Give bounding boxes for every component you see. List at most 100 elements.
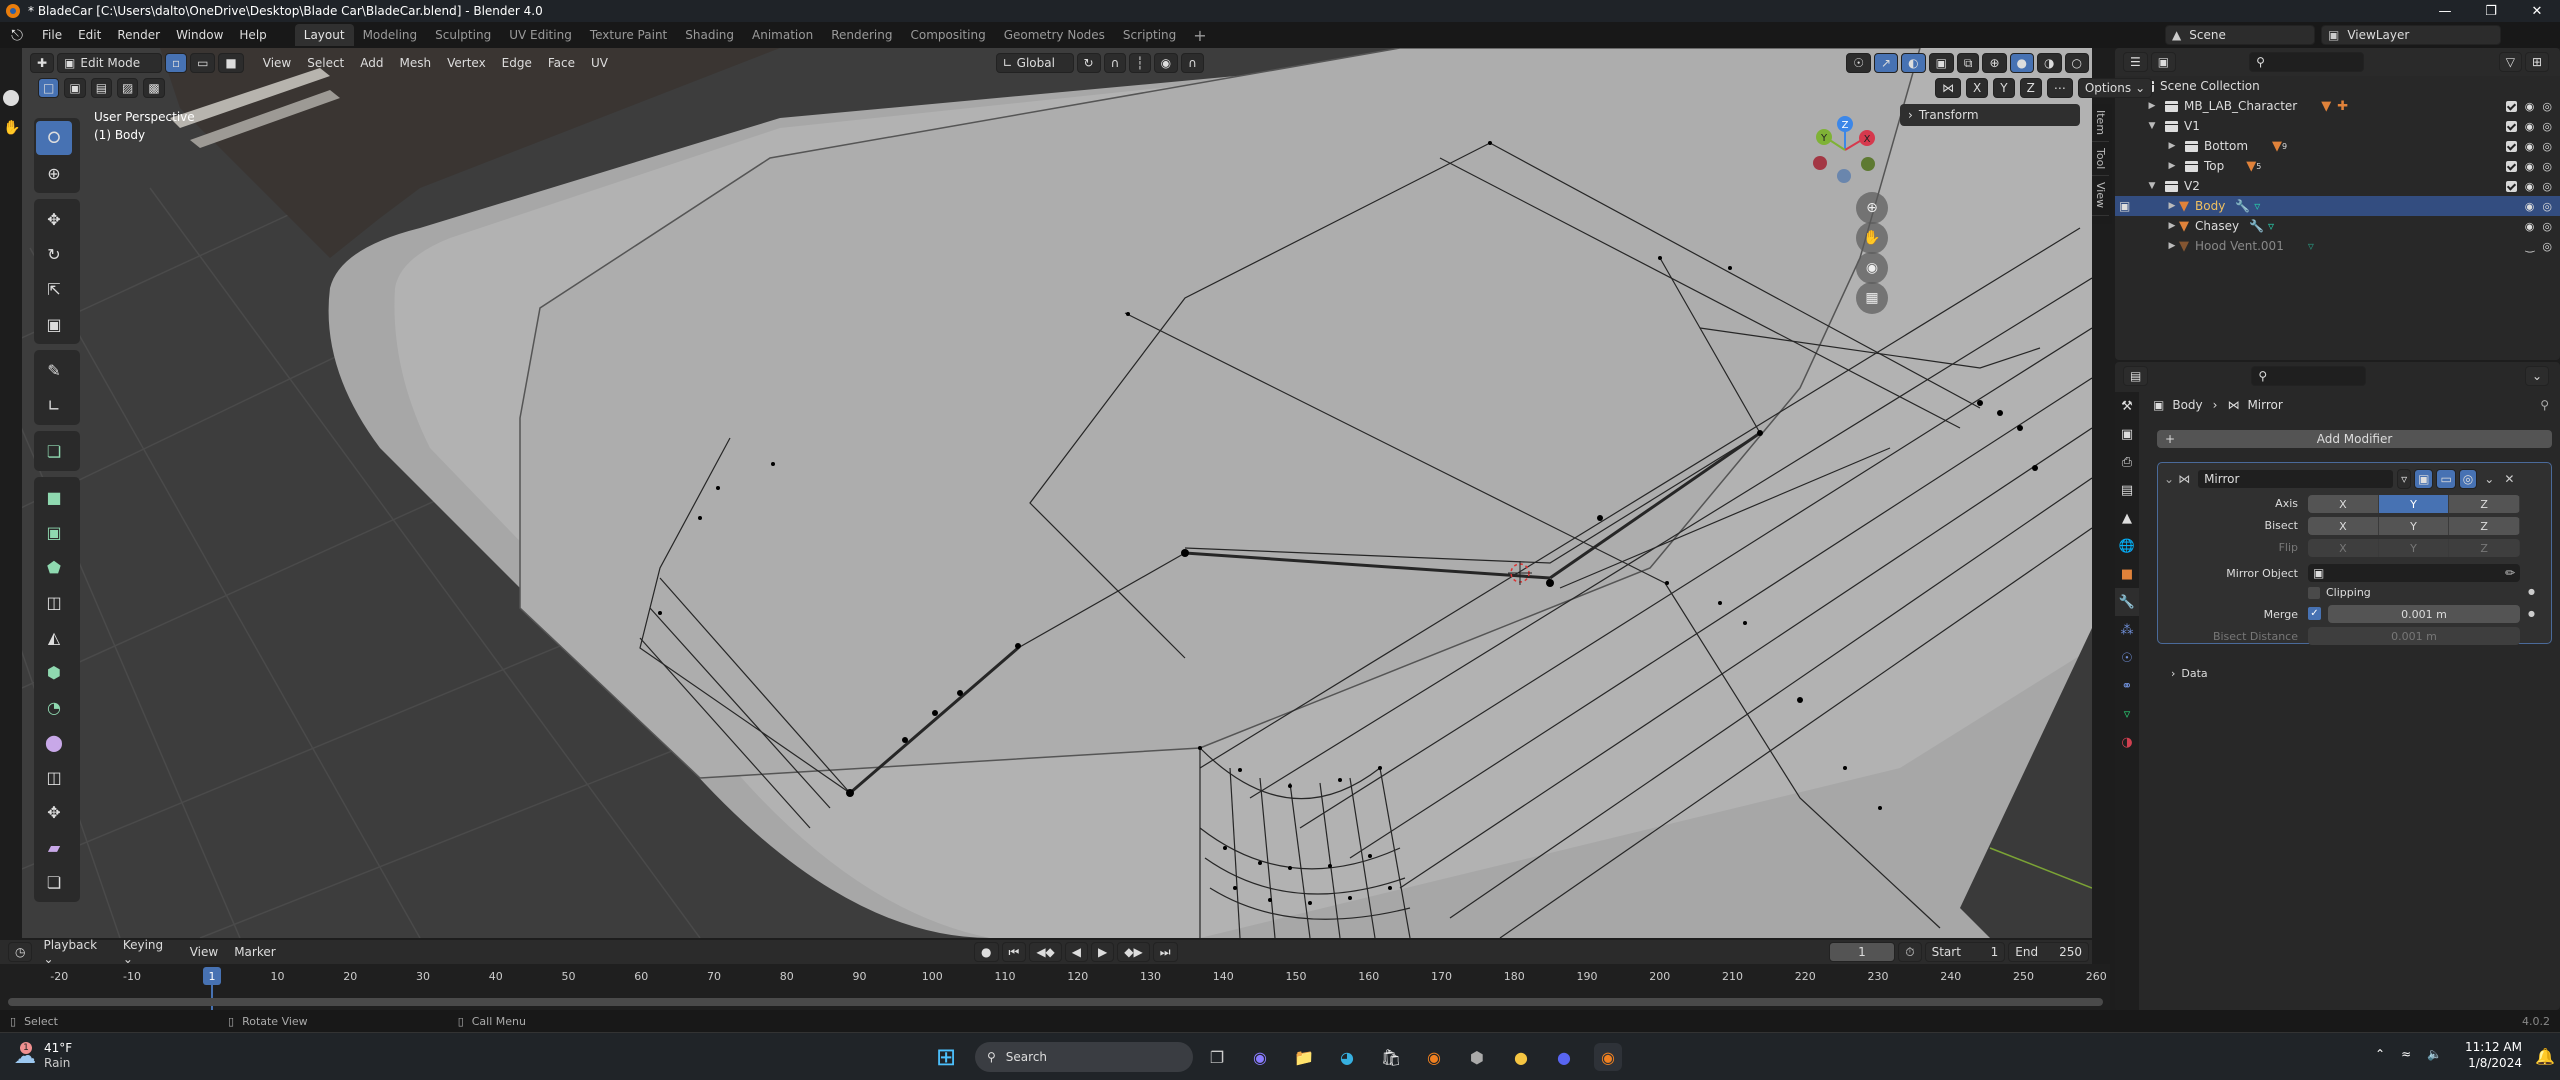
- minimize-button[interactable]: —: [2422, 0, 2468, 22]
- collapse-arrow-icon[interactable]: ▼: [2145, 181, 2159, 191]
- exclude-checkbox[interactable]: [2505, 180, 2517, 192]
- navigation-gizmo[interactable]: Z X Y: [1810, 110, 1900, 190]
- expand-arrow-icon[interactable]: ▶: [2165, 161, 2179, 171]
- clipping-checkbox[interactable]: [2308, 586, 2320, 599]
- camera-render-icon[interactable]: ◎: [2542, 200, 2552, 213]
- wireframe-shading-button[interactable]: ⊕: [1982, 53, 2007, 73]
- select-new-button[interactable]: □: [38, 78, 60, 98]
- tool-shear[interactable]: ▰: [36, 830, 72, 864]
- teams-chat-button[interactable]: ◉: [1246, 1043, 1274, 1071]
- expand-arrow-icon[interactable]: ▶: [2165, 141, 2179, 151]
- menu-edit[interactable]: Edit: [70, 28, 109, 42]
- keyframe-dot-icon[interactable]: ●: [2528, 587, 2535, 596]
- data-subpanel-header[interactable]: › Data: [2171, 667, 2208, 680]
- view-layer-filter-dropdown[interactable]: ▣: [2150, 52, 2177, 72]
- tab-world[interactable]: 🌐: [2115, 532, 2139, 560]
- hand-icon[interactable]: ✋: [3, 120, 20, 136]
- tool-edge-slide[interactable]: ◫: [36, 760, 72, 794]
- tool-poly-build[interactable]: ⬢: [36, 655, 72, 689]
- menu-help[interactable]: Help: [231, 28, 274, 42]
- proportional-edit-toggle[interactable]: ◉: [1153, 53, 1179, 73]
- mode-dropdown[interactable]: ▣ Edit Mode: [57, 53, 162, 73]
- tool-scale[interactable]: ⇱: [36, 272, 72, 306]
- jump-end-button[interactable]: ⏭: [1152, 942, 1178, 962]
- eye-icon[interactable]: ◉: [2525, 140, 2535, 153]
- camera-render-icon[interactable]: ◎: [2542, 160, 2552, 173]
- auto-merge-toggle[interactable]: ⋯: [2046, 78, 2073, 98]
- select-subtract-button[interactable]: ▤: [90, 78, 113, 98]
- end-frame-field[interactable]: End 250: [2008, 942, 2089, 962]
- eyedropper-icon[interactable]: ✏: [2505, 566, 2515, 580]
- viewport-scene[interactable]: [0, 48, 2092, 938]
- add-workspace-button[interactable]: +: [1185, 26, 1214, 45]
- camera-render-icon[interactable]: ◎: [2542, 100, 2552, 113]
- outliner-row[interactable]: ▶ MB_LAB_Character ▼ ✚ ◉ ◎: [2115, 96, 2560, 116]
- bisect-x-toggle[interactable]: X: [2308, 517, 2379, 535]
- tab-object[interactable]: ■: [2115, 560, 2139, 588]
- solid-shading-button[interactable]: ●: [2009, 53, 2035, 73]
- select-intersect-button[interactable]: ▩: [143, 78, 165, 98]
- tool-rotate[interactable]: ↻: [36, 237, 72, 271]
- tool-measure[interactable]: ∟: [36, 388, 72, 422]
- tab-physics[interactable]: ☉: [2115, 644, 2139, 672]
- timeline-menu-marker[interactable]: Marker: [226, 945, 283, 959]
- vertex-select-mode-button[interactable]: ▫: [164, 53, 188, 73]
- workspace-tab-texture-paint[interactable]: Texture Paint: [581, 24, 676, 46]
- remove-modifier-icon[interactable]: ✕: [2504, 472, 2514, 486]
- symmetry-x-toggle[interactable]: X: [1966, 78, 1989, 98]
- falloff-dropdown[interactable]: ∩: [1181, 53, 1204, 73]
- app-taskbar-button[interactable]: ●: [1507, 1043, 1535, 1071]
- tab-modifiers[interactable]: 🔧: [2115, 588, 2139, 616]
- edit-cage-toggle[interactable]: ▿: [2397, 469, 2412, 489]
- eye-icon[interactable]: ◉: [2525, 100, 2535, 113]
- timeline-scrollbar[interactable]: [8, 998, 2103, 1006]
- outliner-row[interactable]: ▶ ▼ Hood Vent.001 ▿ ‿ ◎: [2115, 236, 2560, 256]
- notification-bell-icon[interactable]: 🔔: [2535, 1047, 2555, 1066]
- viewport-menu-uv[interactable]: UV: [583, 56, 616, 70]
- pan-view-button[interactable]: ✋: [1856, 222, 1888, 254]
- play-button[interactable]: ▶: [1091, 942, 1115, 962]
- tool-move[interactable]: ✥: [36, 202, 72, 236]
- display-mode-dropdown[interactable]: ☰: [2123, 52, 2148, 72]
- sidebar-tab-tool[interactable]: Tool: [2092, 142, 2109, 177]
- render-toggle[interactable]: ◎: [2458, 469, 2478, 489]
- workspace-tab-modeling[interactable]: Modeling: [354, 24, 427, 46]
- current-frame-field[interactable]: 1: [1828, 942, 1896, 962]
- camera-render-icon[interactable]: ◎: [2542, 240, 2552, 253]
- tool-annotate[interactable]: ✎: [36, 353, 72, 387]
- select-invert-button[interactable]: ▨: [117, 78, 139, 98]
- collapse-arrow-icon[interactable]: ▼: [2145, 121, 2159, 131]
- tool-add-cube[interactable]: ❏: [36, 434, 72, 468]
- auto-keying-toggle[interactable]: ●: [974, 942, 999, 962]
- axis-gizmo-svg[interactable]: Z X Y: [1810, 110, 1900, 190]
- eye-icon[interactable]: ◉: [2525, 180, 2535, 193]
- rendered-shading-button[interactable]: ○: [2064, 53, 2089, 73]
- transform-orientation-dropdown[interactable]: ∟ Global: [995, 53, 1074, 73]
- maximize-button[interactable]: ❐: [2468, 0, 2514, 22]
- exclude-checkbox[interactable]: [2505, 100, 2517, 112]
- tab-render[interactable]: ▣: [2115, 420, 2139, 448]
- mesh-edit-overlays-dropdown[interactable]: ▣: [1928, 53, 1954, 73]
- tool-rip-region[interactable]: ❏: [36, 865, 72, 899]
- play-reverse-button[interactable]: ◀: [1064, 942, 1089, 962]
- expand-arrow-icon[interactable]: ▶: [2145, 101, 2159, 111]
- preview-range-toggle[interactable]: ⏱: [1898, 942, 1922, 962]
- clock[interactable]: 11:12 AM 1/8/2024: [2465, 1039, 2522, 1071]
- tool-spin[interactable]: ◔: [36, 690, 72, 724]
- outliner-row[interactable]: ▶ Top ▼ 5 ◉ ◎: [2115, 156, 2560, 176]
- workspace-tab-rendering[interactable]: Rendering: [822, 24, 901, 46]
- bisect-z-toggle[interactable]: Z: [2449, 517, 2520, 535]
- outliner-root[interactable]: Scene Collection: [2115, 76, 2560, 96]
- gizmo-neg-z-axis[interactable]: [1837, 169, 1851, 183]
- menu-window[interactable]: Window: [168, 28, 231, 42]
- eye-icon[interactable]: ◉: [2525, 160, 2535, 173]
- viewport-menu-edge[interactable]: Edge: [494, 56, 540, 70]
- viewport-display-toggle[interactable]: ▭: [2436, 469, 2456, 489]
- tool-loop-cut[interactable]: ◫: [36, 585, 72, 619]
- expand-arrow-icon[interactable]: ▶: [2165, 241, 2179, 251]
- menu-render[interactable]: Render: [109, 28, 168, 42]
- expand-arrow-icon[interactable]: ▶: [2165, 201, 2179, 211]
- workspace-tab-compositing[interactable]: Compositing: [901, 24, 994, 46]
- tool-knife[interactable]: ◭: [36, 620, 72, 654]
- timeline-menu-view[interactable]: View: [182, 945, 226, 959]
